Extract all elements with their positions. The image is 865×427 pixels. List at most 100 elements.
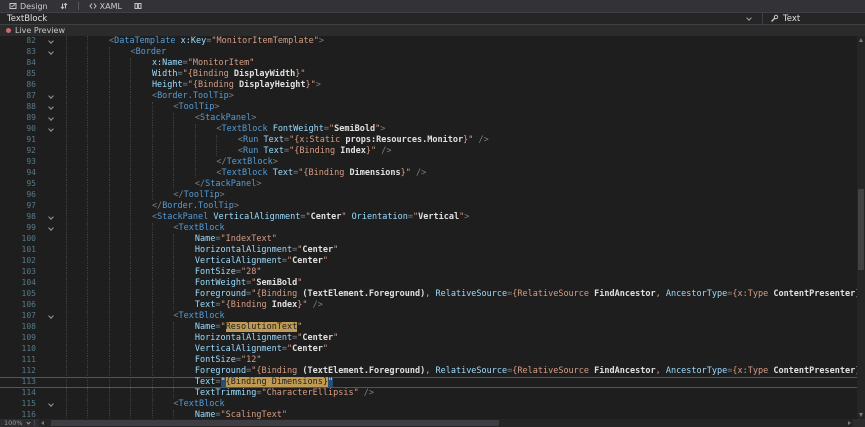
code-line[interactable]: 96 </ToolTip> [0, 190, 857, 201]
line-number[interactable]: 85 [8, 69, 42, 80]
code-line[interactable]: 115 <TextBlock [0, 399, 857, 410]
line-number[interactable]: 99 [8, 223, 42, 234]
code-line[interactable]: 104 FontWeight="SemiBold" [0, 278, 857, 289]
code-area[interactable]: 82 <DataTemplate x:Key="MonitorItemTempl… [0, 36, 857, 419]
line-number[interactable]: 111 [8, 355, 42, 366]
code-line[interactable]: 94 <TextBlock Text="{Binding Dimensions}… [0, 168, 857, 179]
code-line[interactable]: 100 Name="IndexText" [0, 234, 857, 245]
vertical-scrollbar-thumb[interactable] [858, 189, 864, 269]
line-number[interactable]: 115 [8, 399, 42, 410]
code-editor[interactable]: 82 <DataTemplate x:Key="MonitorItemTempl… [0, 36, 865, 419]
code-line[interactable]: 108 Name="ResolutionText" [0, 322, 857, 333]
fold-chevron-icon[interactable] [42, 311, 60, 322]
code-line[interactable]: 105 Foreground="{Binding (TextElement.Fo… [0, 289, 857, 300]
line-number[interactable]: 112 [8, 366, 42, 377]
line-number[interactable]: 92 [8, 146, 42, 157]
line-number[interactable]: 87 [8, 91, 42, 102]
code-line[interactable]: 98 <StackPanel VerticalAlignment="Center… [0, 212, 857, 223]
code-line[interactable]: 116 Name="ScalingText" [0, 410, 857, 419]
line-number[interactable]: 89 [8, 113, 42, 124]
code-line[interactable]: 86 Height="{Binding DisplayHeight}"> [0, 80, 857, 91]
line-number[interactable]: 98 [8, 212, 42, 223]
line-number[interactable]: 113 [8, 377, 42, 388]
code-line[interactable]: 111 FontSize="12" [0, 355, 857, 366]
line-number[interactable]: 103 [8, 267, 42, 278]
fold-chevron-icon[interactable] [42, 399, 60, 410]
fold-chevron-icon[interactable] [42, 212, 60, 223]
line-number[interactable]: 107 [8, 311, 42, 322]
code-line[interactable]: 88 <ToolTip> [0, 102, 857, 113]
line-number[interactable]: 90 [8, 124, 42, 135]
fold-chevron-icon[interactable] [42, 113, 60, 124]
line-number[interactable]: 88 [8, 102, 42, 113]
fold-chevron-icon[interactable] [42, 102, 60, 113]
scroll-up-icon[interactable] [859, 38, 863, 42]
code-line[interactable]: 103 FontSize="28" [0, 267, 857, 278]
code-line[interactable]: 87 <Border.ToolTip> [0, 91, 857, 102]
swap-panes-button[interactable] [55, 0, 73, 12]
line-number[interactable]: 102 [8, 256, 42, 267]
zoom-chevron-icon[interactable] [26, 420, 30, 424]
line-number[interactable]: 110 [8, 344, 42, 355]
line-number[interactable]: 101 [8, 245, 42, 256]
line-number[interactable]: 93 [8, 157, 42, 168]
code-line[interactable]: 89 <StackPanel> [0, 113, 857, 124]
element-combobox[interactable]: TextBlock [0, 13, 762, 24]
code-line[interactable]: 97 </Border.ToolTip> [0, 201, 857, 212]
line-number[interactable]: 104 [8, 278, 42, 289]
code-line[interactable]: 95 </StackPanel> [0, 179, 857, 190]
code-line[interactable]: 101 HorizontalAlignment="Center" [0, 245, 857, 256]
line-number[interactable]: 91 [8, 135, 42, 146]
code-line[interactable]: 110 VerticalAlignment="Center" [0, 344, 857, 355]
line-number[interactable]: 86 [8, 80, 42, 91]
code-line[interactable]: 82 <DataTemplate x:Key="MonitorItemTempl… [0, 36, 857, 47]
scroll-down-icon[interactable] [859, 413, 863, 417]
code-line[interactable]: 84 x:Name="MonitorItem" [0, 58, 857, 69]
line-number[interactable]: 96 [8, 190, 42, 201]
scroll-right-icon[interactable] [848, 421, 851, 425]
code-line[interactable]: 93 </TextBlock> [0, 157, 857, 168]
line-number[interactable]: 94 [8, 168, 42, 179]
line-number[interactable]: 108 [8, 322, 42, 333]
line-number[interactable]: 83 [8, 47, 42, 58]
line-number[interactable]: 105 [8, 289, 42, 300]
code-line[interactable]: 112 Foreground="{Binding (TextElement.Fo… [0, 366, 857, 377]
split-view-button[interactable] [129, 0, 147, 12]
line-number[interactable]: 97 [8, 201, 42, 212]
line-number[interactable]: 106 [8, 300, 42, 311]
scroll-left-icon[interactable] [41, 421, 44, 425]
fold-chevron-icon[interactable] [42, 91, 60, 102]
fold-chevron-icon[interactable] [42, 47, 60, 58]
line-number[interactable]: 95 [8, 179, 42, 190]
vertical-scrollbar[interactable] [857, 36, 865, 419]
line-number[interactable]: 114 [8, 388, 42, 399]
line-number[interactable]: 82 [8, 36, 42, 47]
code-line[interactable]: 102 VerticalAlignment="Center" [0, 256, 857, 267]
live-preview-label[interactable]: Live Preview [15, 26, 65, 35]
design-tab[interactable]: Design [4, 0, 53, 12]
horizontal-scrollbar-thumb[interactable] [51, 420, 499, 426]
code-line[interactable]: 107 <TextBlock [0, 311, 857, 322]
code-line[interactable]: 106 Text="{Binding Index}" /> [0, 300, 857, 311]
code-line[interactable]: 83 <Border [0, 47, 857, 58]
code-line[interactable]: 90 <TextBlock FontWeight="SemiBold"> [0, 124, 857, 135]
indent-guide [87, 322, 108, 332]
property-combobox[interactable]: Text [763, 13, 865, 24]
code-line[interactable]: 114 TextTrimming="CharacterEllipsis" /> [0, 388, 857, 399]
code-line[interactable]: 99 <TextBlock [0, 223, 857, 234]
code-line[interactable]: 92 <Run Text="{Binding Index}" /> [0, 146, 857, 157]
code-line[interactable]: 85 Width="{Binding DisplayWidth}" [0, 69, 857, 80]
code-line[interactable]: 113 Text="{Binding Dimensions}" [0, 377, 857, 388]
horizontal-scrollbar[interactable] [39, 419, 853, 427]
line-number[interactable]: 84 [8, 58, 42, 69]
code-line[interactable]: 91 <Run Text="{x:Static props:Resources.… [0, 135, 857, 146]
fold-chevron-icon[interactable] [42, 124, 60, 135]
zoom-level-label[interactable]: 100% [4, 419, 23, 427]
line-number[interactable]: 100 [8, 234, 42, 245]
xaml-tab[interactable]: XAML [84, 0, 127, 12]
line-number[interactable]: 109 [8, 333, 42, 344]
fold-chevron-icon[interactable] [42, 36, 60, 47]
code-line[interactable]: 109 HorizontalAlignment="Center" [0, 333, 857, 344]
fold-chevron-icon[interactable] [42, 223, 60, 234]
line-number[interactable]: 116 [8, 410, 42, 419]
